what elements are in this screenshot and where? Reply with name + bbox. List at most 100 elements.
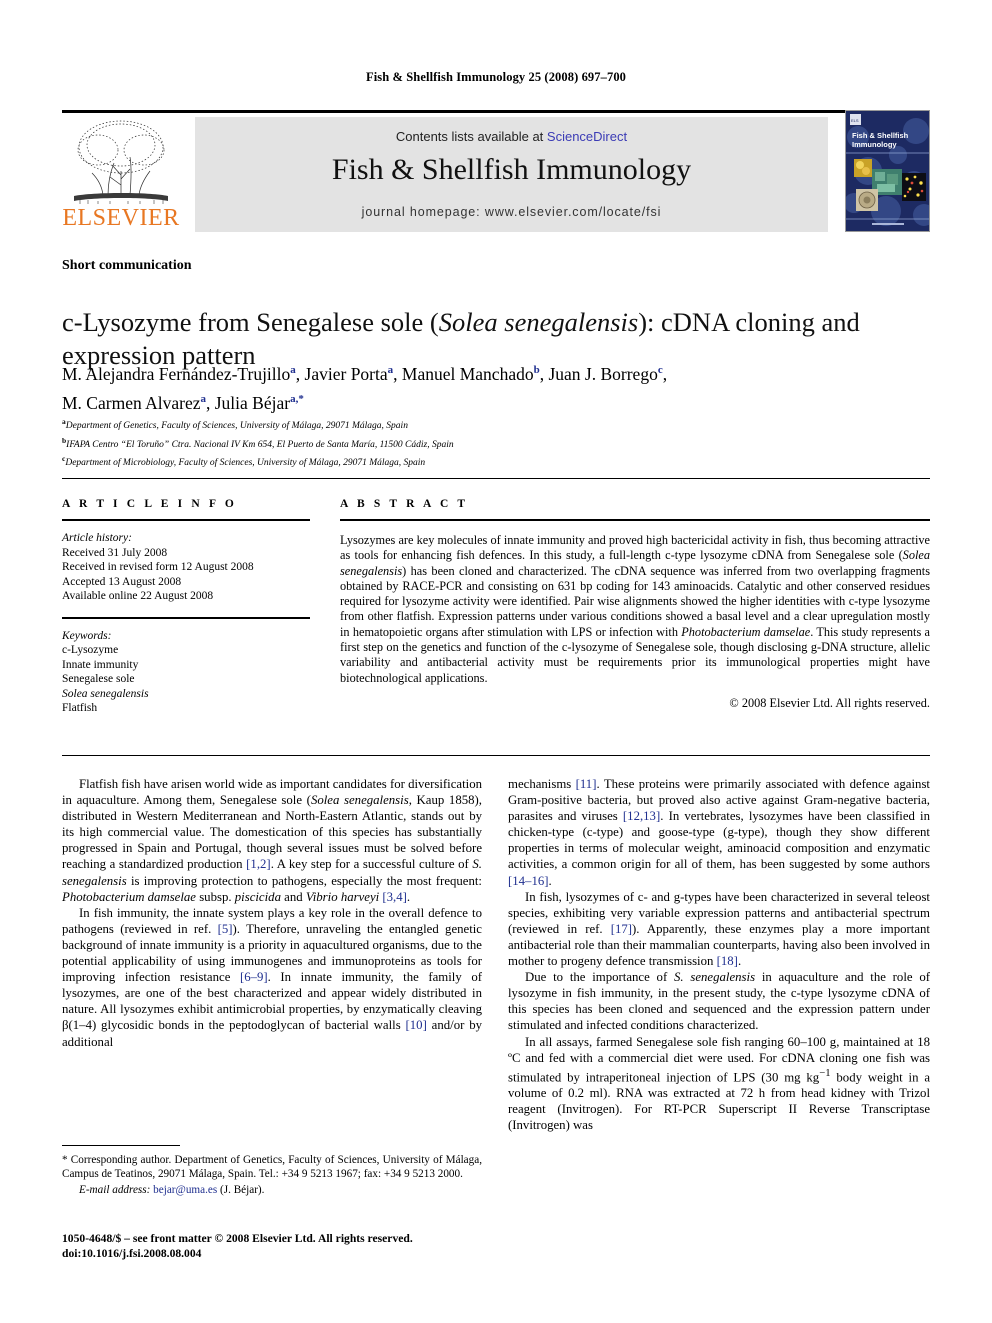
contents-list-line: Contents lists available at ScienceDirec… <box>195 129 828 144</box>
citation-link[interactable]: [12,13] <box>623 809 660 823</box>
history-item: Received in revised form 12 August 2008 <box>62 561 254 573</box>
affiliation-item: bIFAPA Centro “El Toruño” Ctra. Nacional… <box>62 434 892 453</box>
footer-imprint: 1050-4648/$ – see front matter © 2008 El… <box>62 1232 492 1261</box>
text-segment: Due to the importance of <box>525 970 674 985</box>
contents-prefix: Contents lists available at <box>395 129 547 144</box>
footnote-email-line: E-mail address: bejar@uma.es (J. Béjar). <box>62 1183 482 1197</box>
title-species: Solea senegalensis <box>438 306 639 337</box>
author-name: Juan J. Borrego <box>548 363 658 384</box>
article-info-rule <box>62 519 310 521</box>
text-segment: . <box>737 954 742 969</box>
running-head: Fish & Shellfish Immunology 25 (2008) 69… <box>365 70 627 84</box>
author-affil-mark: a,* <box>290 392 304 405</box>
keyword-item: Flatfish <box>62 702 98 714</box>
species-name: Photobacterium damselae <box>62 889 196 904</box>
issn-line: 1050-4648/$ – see front matter © 2008 El… <box>62 1232 413 1245</box>
abstract-seg-1: Lysozymes are key molecules of innate im… <box>340 533 930 563</box>
author: Javier Portaa <box>305 364 394 384</box>
doi-line: doi:10.1016/j.fsi.2008.08.004 <box>62 1246 202 1260</box>
body-paragraph: In fish, lysozymes of c- and g-types hav… <box>508 889 930 969</box>
keyword-item: c-Lysozyme <box>62 644 119 656</box>
text-segment: . <box>406 889 411 904</box>
body-paragraph: In fish immunity, the innate system play… <box>62 905 482 1050</box>
author: M. Carmen Alvareza <box>62 393 206 413</box>
exponent: −1 <box>819 1067 831 1079</box>
abstract-species-2: Photobacterium damselae <box>681 624 811 639</box>
history-item: Available online 22 August 2008 <box>62 590 214 602</box>
author: Manuel Manchadob <box>402 364 540 384</box>
abstract-column: A B S T R A C T Lysozymes are key molecu… <box>340 498 930 711</box>
svg-text:Fish & Shellfish: Fish & Shellfish <box>852 131 909 140</box>
citation-link[interactable]: [5] <box>218 922 233 936</box>
elsevier-logo: ELSEVIER <box>62 117 180 232</box>
affiliation-item: aDepartment of Genetics, Faculty of Scie… <box>62 415 892 434</box>
svg-text:ELS: ELS <box>851 118 859 123</box>
species-name: Vibrio harveyi <box>305 889 380 904</box>
author-name: Julia Béjar <box>214 392 291 413</box>
elsevier-tree-icon <box>68 117 174 205</box>
body-paragraph: In all assays, farmed Senegalese sole fi… <box>508 1034 930 1134</box>
affiliation-item: cDepartment of Microbiology, Faculty of … <box>62 452 892 471</box>
journal-cover-thumbnail: ELS Fish & Shellfish Immunology <box>845 110 930 232</box>
email-link[interactable]: bejar@uma.es <box>153 1184 217 1196</box>
article-info-heading: A R T I C L E I N F O <box>62 498 237 510</box>
body-paragraph: Flatfish fish have arisen world wide as … <box>62 776 482 905</box>
author: Juan J. Borregoc <box>548 364 662 384</box>
footnote-text: * Corresponding author. Department of Ge… <box>62 1154 482 1180</box>
elsevier-wordmark: ELSEVIER <box>62 205 180 231</box>
masthead-top-rule <box>62 110 930 113</box>
body-paragraph: Due to the importance of S. senegalensis… <box>508 969 930 1033</box>
journal-homepage-link[interactable]: journal homepage: www.elsevier.com/locat… <box>195 205 828 219</box>
author-sep: , <box>295 363 305 384</box>
citation-link[interactable]: [18] <box>717 954 738 968</box>
affiliation-list: aDepartment of Genetics, Faculty of Scie… <box>62 415 892 471</box>
text-segment: and <box>280 889 306 904</box>
author-sep: , <box>206 392 215 413</box>
keyword-item: Senegalese sole <box>62 673 135 685</box>
author-name: Javier Porta <box>304 363 388 384</box>
sciencedirect-link[interactable]: ScienceDirect <box>547 129 627 144</box>
abstract-bottom-rule <box>62 755 930 756</box>
species-name: S. senegalensis <box>674 970 756 985</box>
author-sep: , <box>393 363 402 384</box>
section-label: Short communication <box>62 258 192 273</box>
citation-link[interactable]: [1,2] <box>246 857 271 871</box>
email-label: E-mail address: <box>79 1184 151 1196</box>
abstract-heading: A B S T R A C T <box>340 498 469 510</box>
body-paragraph: mechanisms [11]. These proteins were pri… <box>508 776 930 889</box>
citation-link[interactable]: [17] <box>611 922 632 936</box>
body-column-right: mechanisms [11]. These proteins were pri… <box>508 776 930 1133</box>
abstract-text: Lysozymes are key molecules of innate im… <box>340 533 930 686</box>
author-sep: , <box>662 363 668 384</box>
body-column-left: Flatfish fish have arisen world wide as … <box>62 776 482 1050</box>
author-name: Manuel Manchado <box>401 363 534 384</box>
info-top-rule <box>62 478 930 479</box>
species-name: piscicida <box>234 889 281 904</box>
author-list: M. Alejandra Fernández-Trujilloa, Javier… <box>62 358 892 416</box>
author-name: M. Carmen Alvarez <box>62 392 201 413</box>
citation-link[interactable]: [10] <box>406 1018 427 1032</box>
species-name: Solea senegalensis <box>310 793 409 808</box>
keywords-block: Keywords: c-Lysozyme Innate immunity Sen… <box>62 629 310 716</box>
citation-link[interactable]: [11] <box>576 777 597 791</box>
article-history-label: Article history: <box>62 532 132 544</box>
footnote-rule <box>62 1145 180 1146</box>
affiliation-text: Department of Microbiology, Faculty of S… <box>65 458 426 469</box>
article-history-block: Article history: Received 31 July 2008 R… <box>62 531 310 604</box>
article-info-column: A R T I C L E I N F O Article history: R… <box>62 498 310 716</box>
history-item: Accepted 13 August 2008 <box>62 575 182 588</box>
article-page: Fish & Shellfish Immunology 25 (2008) 69… <box>0 0 992 1323</box>
masthead-band: Contents lists available at ScienceDirec… <box>195 117 828 232</box>
text-segment: . A key step for a successful culture of <box>270 857 473 872</box>
email-owner: (J. Béjar). <box>220 1184 265 1196</box>
citation-link[interactable]: [6–9] <box>240 970 268 984</box>
journal-title: Fish & Shellfish Immunology <box>331 153 692 186</box>
citation-link[interactable]: [3,4] <box>382 890 407 904</box>
text-segment: mechanisms <box>508 777 576 791</box>
history-item: Received 31 July 2008 <box>62 546 168 559</box>
author-name: M. Alejandra Fernández-Trujillo <box>62 363 291 384</box>
journal-masthead: ELSEVIER Contents lists available at Sci… <box>62 110 930 232</box>
abstract-rule <box>340 519 930 521</box>
citation-link[interactable]: [14–16] <box>508 874 549 888</box>
title-part-1: c-Lysozyme from Senegalese sole ( <box>62 306 439 337</box>
